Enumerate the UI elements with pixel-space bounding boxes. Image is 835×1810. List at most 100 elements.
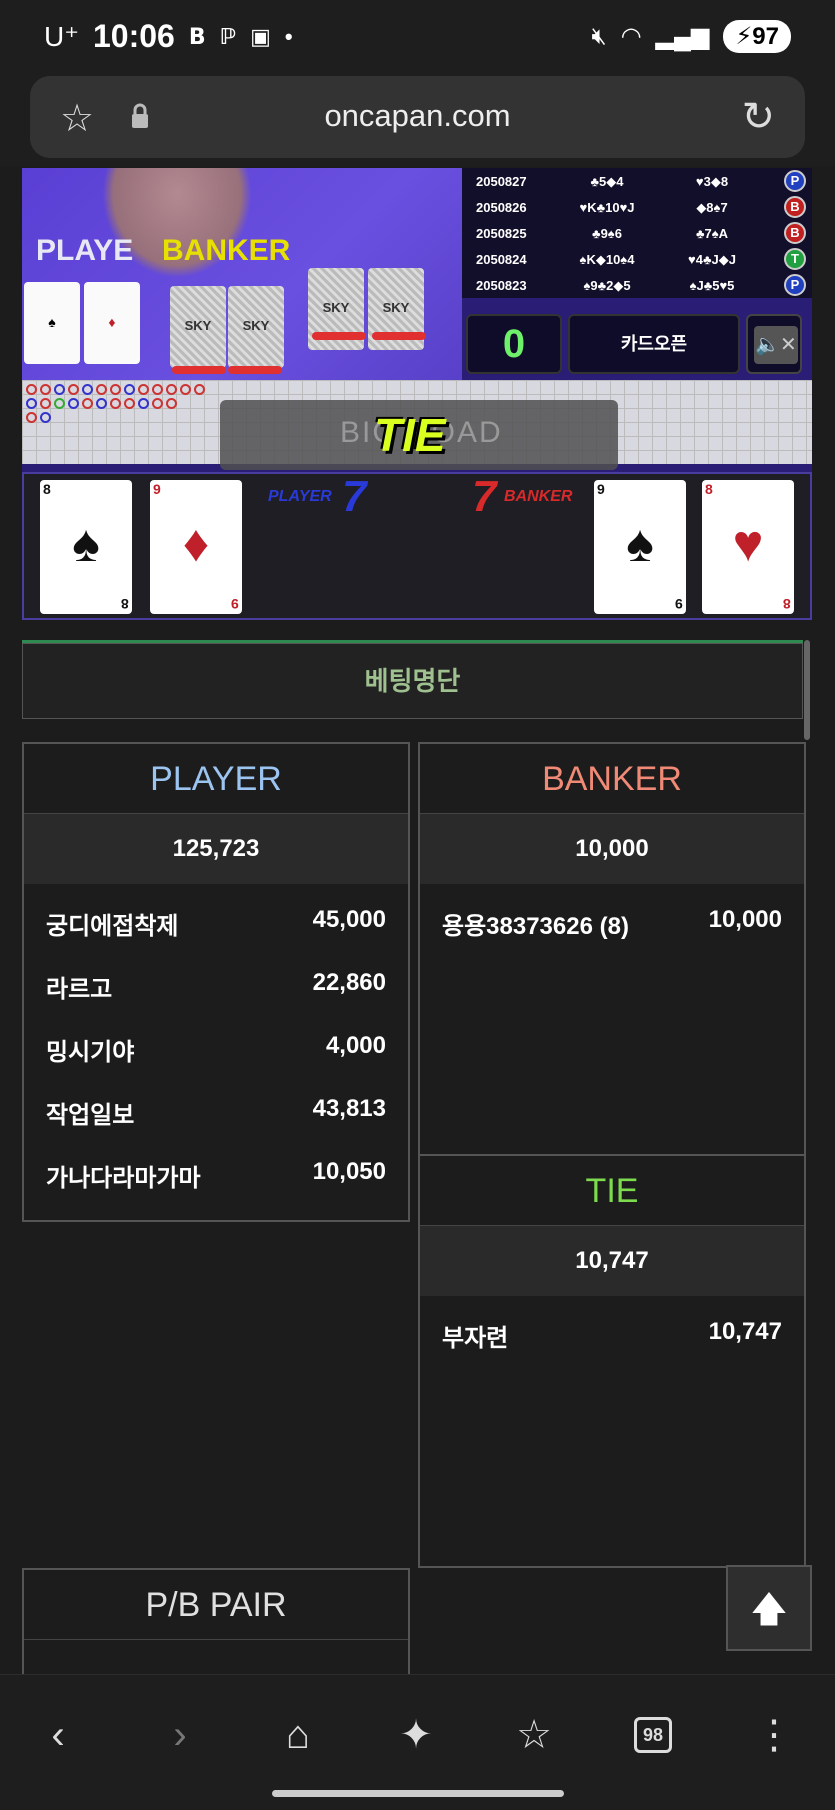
bettor-name: 밍시기야 [46, 1039, 135, 1066]
signal-icon: ▂▄▆ [655, 23, 710, 50]
banker-cards: ♥3◆8 [695, 174, 729, 189]
card-rank: 8 [783, 596, 791, 612]
history-row: 2050825 ♣9♠6 ♣7♠A B [462, 220, 812, 246]
result-badge: B [784, 196, 806, 218]
tie-bets-header: TIE [420, 1156, 804, 1226]
bead [110, 398, 121, 409]
battery-indicator: ⚡97 [723, 20, 791, 53]
bead [40, 412, 51, 423]
bead [68, 398, 79, 409]
card-rank: 9 [231, 596, 239, 612]
banker-bets-header: BANKER [420, 744, 804, 814]
bettor-name: 궁디에접착제 [46, 913, 179, 940]
round-result-panel: 8 ♠ 8 9 ♦ 9 PLAYER 7 7 BANKER 9 ♠ 9 8 ♥ … [22, 472, 812, 620]
bead [54, 398, 65, 409]
bet-amount: 10,000 [708, 906, 782, 933]
banker-score: 7 [472, 472, 497, 521]
banker-cards: ♣7♠A [695, 226, 729, 241]
bead [68, 384, 79, 395]
video-card-back: SKY [170, 286, 226, 368]
video-marker [228, 366, 282, 374]
bead [26, 412, 37, 423]
video-marker [172, 366, 226, 374]
banker-card-2: 8 ♥ 8 [702, 480, 794, 614]
betting-list-title: 베팅명단 [22, 643, 803, 719]
card-rank: 8 [43, 481, 51, 497]
ai-sparkle-button[interactable]: ✦ [386, 1705, 446, 1765]
arrow-up-icon: 🡅 [750, 1588, 788, 1629]
url-text[interactable]: oncapan.com [30, 98, 805, 134]
banker-cards: ◆8♠7 [696, 200, 728, 215]
wifi-icon: ◠ [620, 23, 642, 50]
round-id: 2050825 [476, 226, 527, 241]
bead [180, 384, 191, 395]
card-rank: 9 [597, 481, 605, 497]
card-rank: 9 [153, 481, 161, 497]
tabs-button[interactable]: 98 [624, 1705, 684, 1765]
player-cards: ♠9♣2◆5 [583, 278, 631, 293]
card-rank: 8 [121, 596, 129, 612]
bet-row: 궁디에접착제 45,000 [46, 900, 386, 940]
sound-toggle-button[interactable]: 🔈✕ [746, 314, 802, 374]
scroll-to-top-button[interactable]: 🡅 [726, 1565, 812, 1651]
player-bets-total: 125,723 [24, 814, 408, 884]
banker-card-1: 9 ♠ 9 [594, 480, 686, 614]
reload-icon[interactable]: ↻ [741, 94, 775, 140]
player-cards: ♠K◆10♠4 [579, 252, 635, 267]
scrollbar[interactable] [804, 640, 810, 740]
browser-toolbar: ☆ oncapan.com ↻ [0, 76, 835, 166]
bead [40, 384, 51, 395]
home-button[interactable]: ⌂ [268, 1705, 328, 1765]
round-id: 2050823 [476, 278, 527, 293]
player-score: 7 [342, 472, 367, 521]
clock: 10:06 [93, 18, 175, 54]
result-badge: P [784, 170, 806, 192]
result-banker-label: BANKER [504, 488, 573, 505]
banker-cards: ♥4♣J◆J [688, 252, 736, 267]
tie-bets-panel: TIE 10,747 부자련 10,747 [418, 1154, 806, 1568]
bet-amount: 22,860 [312, 969, 386, 996]
bead [96, 384, 107, 395]
video-card-back: SKY [228, 286, 284, 368]
bead [194, 384, 205, 395]
screenshot-icon: ▣ [250, 23, 271, 49]
tie-result-text: TIE [374, 409, 446, 461]
round-id: 2050824 [476, 252, 527, 267]
player-bets-header: PLAYER [24, 744, 408, 814]
forward-button[interactable]: › [150, 1705, 210, 1765]
bet-row: 가나다라마가마 10,050 [46, 1152, 386, 1192]
bet-row: 라르고 22,860 [46, 963, 386, 1003]
bet-amount: 43,813 [312, 1095, 386, 1122]
card-rank: 9 [675, 596, 683, 612]
result-badge: P [784, 274, 806, 296]
countdown-counter: 0 [466, 314, 562, 374]
mute-status-icon: 🔇︎ [591, 22, 607, 50]
bead [40, 398, 51, 409]
live-video: PLAYE BANKER ♠ ♦ SKY SKY SKY SKY [22, 168, 462, 380]
dot-icon: • [284, 23, 293, 49]
round-history: 2050827 ♣5◆4 ♥3◆8 P 2050826 ♥K♣10♥J ◆8♠7… [462, 168, 812, 298]
bet-row: 밍시기야 4,000 [46, 1026, 386, 1066]
banker-cards: ♠J♣5♥5 [689, 278, 735, 293]
back-button[interactable]: ‹ [28, 1705, 88, 1765]
bead [152, 398, 163, 409]
status-bar: U⁺ 10:06 𝗕 ℙ ▣ • 🔇︎ ◠ ▂▄▆ ⚡97 [0, 0, 835, 76]
bettor-name: 라르고 [46, 976, 113, 1003]
address-bar[interactable]: ☆ oncapan.com ↻ [30, 76, 805, 158]
card-open-button[interactable]: 카드오픈 [568, 314, 740, 374]
pair-bets-panel: P/B PAIR [22, 1568, 410, 1674]
video-marker [312, 332, 366, 340]
baccarat-game-panel: PLAYE BANKER ♠ ♦ SKY SKY SKY SKY 2050827… [22, 168, 812, 620]
bead [54, 384, 65, 395]
bookmarks-button[interactable]: ☆ [504, 1705, 564, 1765]
more-menu-button[interactable]: ⋮ [744, 1705, 804, 1765]
result-player-label: PLAYER [268, 488, 332, 505]
bead-markers [26, 384, 216, 424]
bead [26, 384, 37, 395]
bettor-name: 용용38373626 (8) [442, 913, 629, 940]
player-cards: ♥K♣10♥J [579, 200, 635, 215]
card-suit: ♥ [732, 515, 764, 573]
result-badge: B [784, 222, 806, 244]
speaker-mute-icon: 🔈✕ [754, 326, 798, 364]
bead [26, 398, 37, 409]
